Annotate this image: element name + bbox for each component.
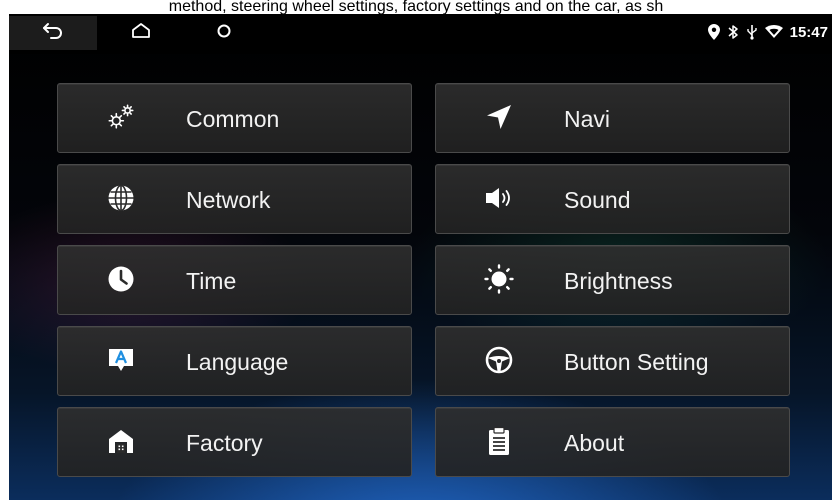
back-arrow-icon xyxy=(41,21,65,46)
menu-item-label: Network xyxy=(186,187,271,213)
wifi-icon xyxy=(764,25,783,39)
usb-icon xyxy=(746,24,758,40)
menu-item-time[interactable]: Time xyxy=(57,245,412,315)
menu-item-label: Navi xyxy=(564,106,611,132)
location-icon xyxy=(707,24,720,40)
clipboard-icon xyxy=(484,426,514,456)
gears-icon xyxy=(106,102,136,132)
menu-item-label: Common xyxy=(186,106,280,132)
menu-item-label: Factory xyxy=(186,430,263,456)
menu-item-label: About xyxy=(564,430,625,456)
clock-icon xyxy=(106,264,136,294)
clock-time: 15:47 xyxy=(789,23,828,41)
brightness-icon xyxy=(484,264,514,294)
back-button[interactable] xyxy=(9,16,97,50)
menu-item-language[interactable]: Language xyxy=(57,326,412,396)
status-indicators: 15:47 xyxy=(707,20,828,44)
settings-menu: Common Network Time Language Factory Nav… xyxy=(57,83,790,493)
navigation-arrow-icon xyxy=(484,102,514,132)
menu-item-common[interactable]: Common xyxy=(57,83,412,153)
menu-item-brightness[interactable]: Brightness xyxy=(435,245,790,315)
menu-item-label: Brightness xyxy=(564,268,673,294)
bluetooth-icon xyxy=(727,24,739,40)
home-icon xyxy=(129,21,153,46)
steering-wheel-icon xyxy=(484,345,514,375)
recent-apps-circle-icon xyxy=(214,21,234,46)
menu-item-sound[interactable]: Sound xyxy=(435,164,790,234)
menu-item-label: Sound xyxy=(564,187,631,213)
menu-item-factory[interactable]: Factory xyxy=(57,407,412,477)
factory-icon xyxy=(106,426,136,456)
globe-icon xyxy=(106,183,136,213)
menu-item-about[interactable]: About xyxy=(435,407,790,477)
menu-item-navi[interactable]: Navi xyxy=(435,83,790,153)
menu-item-button-setting[interactable]: Button Setting xyxy=(435,326,790,396)
menu-item-network[interactable]: Network xyxy=(57,164,412,234)
head-unit-screen: 15:47 Common Network Time Language Facto… xyxy=(9,14,832,500)
speaker-icon xyxy=(484,183,514,213)
language-icon xyxy=(106,345,136,375)
menu-item-label: Language xyxy=(186,349,289,375)
recent-apps-button[interactable] xyxy=(184,16,264,50)
home-button[interactable] xyxy=(101,16,181,50)
menu-item-label: Button Setting xyxy=(564,349,709,375)
status-bar: 15:47 xyxy=(9,14,832,54)
menu-item-label: Time xyxy=(186,268,237,294)
